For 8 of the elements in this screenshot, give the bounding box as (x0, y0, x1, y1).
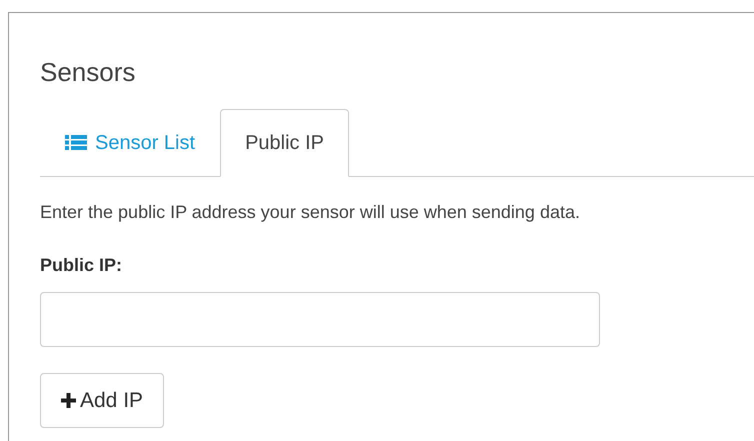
input-field[interactable] (40, 292, 600, 347)
field-label: Public IP: (40, 254, 124, 277)
tab[interactable]: Public IP (220, 109, 349, 177)
description: Enter the public IP address your sensor will use when sending data. (40, 201, 581, 224)
panel-title: Sensors (40, 57, 136, 87)
add-ip-button[interactable]: Add IP (40, 373, 164, 428)
plus-icon (61, 393, 76, 408)
list-icon (65, 135, 87, 151)
